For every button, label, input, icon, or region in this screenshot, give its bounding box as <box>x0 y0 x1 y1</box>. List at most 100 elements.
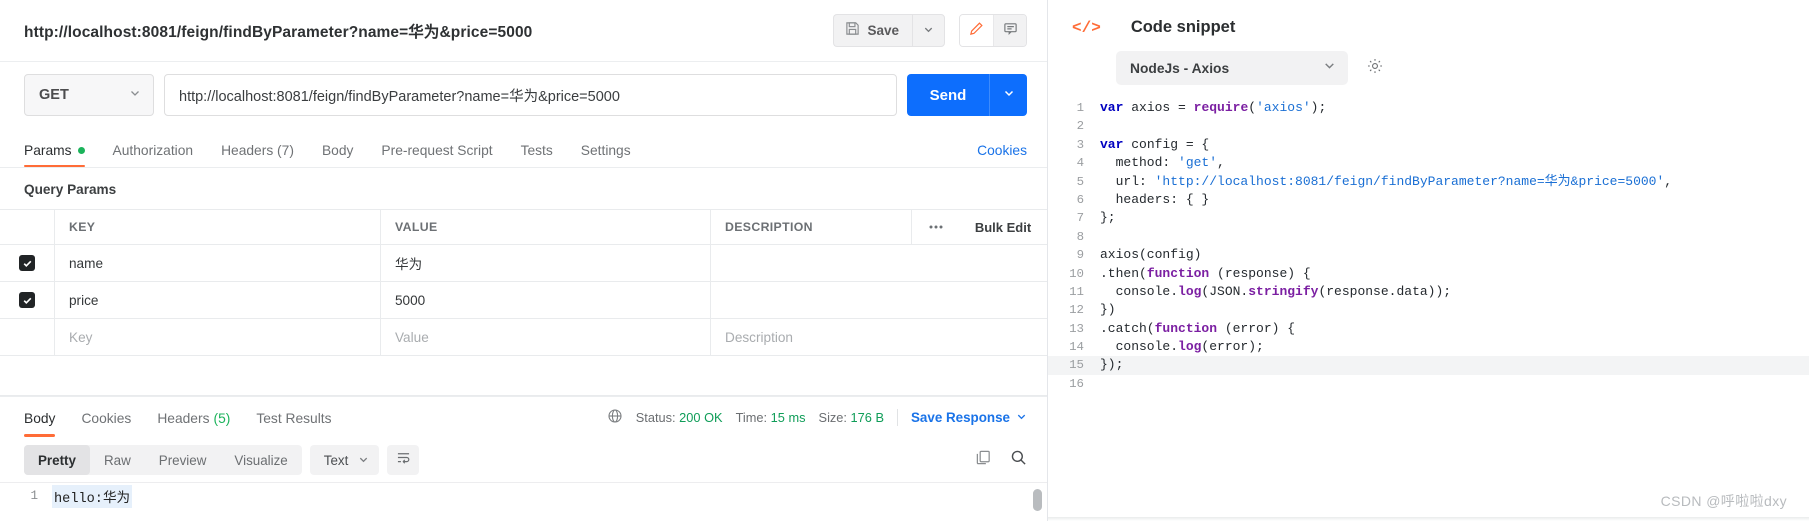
tab-body[interactable]: Body <box>322 143 353 167</box>
save-button[interactable]: Save <box>833 14 912 47</box>
code-line: 9 axios(config) <box>1048 246 1809 264</box>
wrap-lines-button[interactable] <box>387 445 420 475</box>
size-value: 176 B <box>850 410 884 425</box>
response-body-text[interactable]: hello:华为 <box>52 484 133 508</box>
content-type-select[interactable]: Text <box>309 445 380 475</box>
param-value-placeholder[interactable]: Value <box>395 330 429 345</box>
code-line: 4 method: 'get', <box>1048 154 1809 172</box>
code-line-text: .catch(function (error) { <box>1100 320 1296 336</box>
code-line: 7}; <box>1048 209 1809 227</box>
column-header-key: KEY <box>69 220 96 234</box>
http-method-value: GET <box>39 87 69 103</box>
comment-icon <box>1003 21 1018 41</box>
request-tabs: Params Authorization Headers (7) Body Pr… <box>0 128 1047 168</box>
column-header-description: DESCRIPTION <box>725 220 813 234</box>
request-title: http://localhost:8081/feign/findByParame… <box>24 23 533 41</box>
response-tab-cookies[interactable]: Cookies <box>81 399 131 437</box>
postman-window: http://localhost:8081/feign/findByParame… <box>0 0 1809 521</box>
http-method-select[interactable]: GET <box>24 74 154 116</box>
wrap-lines-icon <box>396 451 411 469</box>
save-button-label: Save <box>867 23 899 38</box>
response-tab-headers-label: Headers <box>157 410 210 426</box>
table-row: price 5000 <box>0 282 1047 319</box>
code-snippet-header: </> Code snippet <box>1048 0 1809 37</box>
send-button[interactable]: Send <box>907 74 989 116</box>
code-line-number: 11 <box>1069 284 1084 299</box>
table-header-row: KEY VALUE DESCRIPTION Bulk Edit <box>0 210 1047 245</box>
code-line: 3 var config = { <box>1048 136 1809 154</box>
copy-icon[interactable] <box>975 449 992 471</box>
code-line-text: var axios = require('axios'); <box>1100 100 1327 115</box>
snippet-settings-button[interactable] <box>1366 57 1384 80</box>
tab-headers[interactable]: Headers (7) <box>221 143 294 167</box>
table-row: name 华为 <box>0 245 1047 282</box>
status-label: Status: <box>635 410 676 425</box>
code-line: 2 <box>1048 117 1809 135</box>
code-line-number: 13 <box>1069 321 1084 336</box>
code-snippet-content[interactable]: 1 var axios = require('axios'); 2 3 var conf… <box>1048 99 1809 521</box>
chevron-down-icon <box>129 86 141 104</box>
response-body-scrollbar[interactable] <box>1033 489 1042 511</box>
code-line-number: 2 <box>1076 119 1084 134</box>
edit-request-button[interactable] <box>960 15 993 46</box>
param-description-placeholder[interactable]: Description <box>725 330 793 345</box>
bottom-shadow <box>1048 517 1809 521</box>
view-mode-raw[interactable]: Raw <box>90 445 145 475</box>
tab-params-label: Params <box>24 143 72 158</box>
code-line-text: headers: { } <box>1100 191 1210 207</box>
view-mode-preview[interactable]: Preview <box>145 445 221 475</box>
code-line-text: }) <box>1100 302 1116 318</box>
param-key[interactable]: price <box>69 293 98 308</box>
code-line-number: 12 <box>1069 303 1084 318</box>
code-line: 12}) <box>1048 301 1809 319</box>
view-mode-pretty[interactable]: Pretty <box>24 445 90 475</box>
header-checkbox-cell <box>0 210 55 244</box>
send-options-button[interactable] <box>989 74 1027 116</box>
content-type-value: Text <box>323 452 349 468</box>
param-key-placeholder[interactable]: Key <box>69 330 92 345</box>
tab-settings[interactable]: Settings <box>581 143 631 167</box>
ellipsis-icon[interactable] <box>911 210 959 244</box>
chevron-down-icon <box>1323 59 1336 77</box>
save-response-label: Save Response <box>911 410 1010 425</box>
table-row-empty: Key Value Description <box>0 319 1047 356</box>
view-mode-visualize[interactable]: Visualize <box>220 445 301 475</box>
code-line-number: 6 <box>1076 192 1084 207</box>
code-line-number: 7 <box>1076 211 1084 226</box>
comment-request-button[interactable] <box>993 15 1026 46</box>
tab-authorization[interactable]: Authorization <box>113 143 194 167</box>
code-line-number: 14 <box>1069 340 1084 355</box>
save-response-button[interactable]: Save Response <box>911 410 1027 425</box>
response-tools <box>975 449 1027 471</box>
search-icon[interactable] <box>1010 449 1027 471</box>
tab-params[interactable]: Params <box>24 143 85 167</box>
code-line: 14 console.log(error); <box>1048 338 1809 356</box>
param-key[interactable]: name <box>69 256 103 271</box>
tab-pre-request-script[interactable]: Pre-request Script <box>381 143 492 167</box>
globe-icon <box>607 408 623 427</box>
code-line-text: axios(config) <box>1100 247 1202 263</box>
save-options-button[interactable] <box>912 14 945 47</box>
column-header-value: VALUE <box>395 220 438 234</box>
language-select[interactable]: NodeJs - Axios <box>1116 51 1348 85</box>
bulk-edit-button[interactable]: Bulk Edit <box>959 210 1047 244</box>
tab-tests[interactable]: Tests <box>521 143 553 167</box>
url-input[interactable]: http://localhost:8081/feign/findByParame… <box>164 74 897 116</box>
params-modified-dot <box>77 147 85 154</box>
code-line: 1 var axios = require('axios'); <box>1048 99 1809 117</box>
code-line-number: 9 <box>1076 248 1084 263</box>
response-tab-test-results[interactable]: Test Results <box>256 399 331 437</box>
response-tabs-bar: Body Cookies Headers (5) Test Results St… <box>0 396 1047 438</box>
response-tab-headers[interactable]: Headers (5) <box>157 399 230 437</box>
code-line-text: .then(function (response) { <box>1100 265 1311 281</box>
code-line-text: }; <box>1100 210 1116 226</box>
line-number: 1 <box>30 489 38 503</box>
param-value[interactable]: 5000 <box>395 293 425 308</box>
param-value[interactable]: 华为 <box>395 253 422 273</box>
row-checkbox[interactable] <box>19 292 35 308</box>
cookies-link[interactable]: Cookies <box>977 143 1027 167</box>
response-tab-body[interactable]: Body <box>24 399 56 437</box>
row-checkbox[interactable] <box>19 255 35 271</box>
language-value: NodeJs - Axios <box>1130 60 1230 76</box>
code-line: 6 headers: { } <box>1048 191 1809 209</box>
